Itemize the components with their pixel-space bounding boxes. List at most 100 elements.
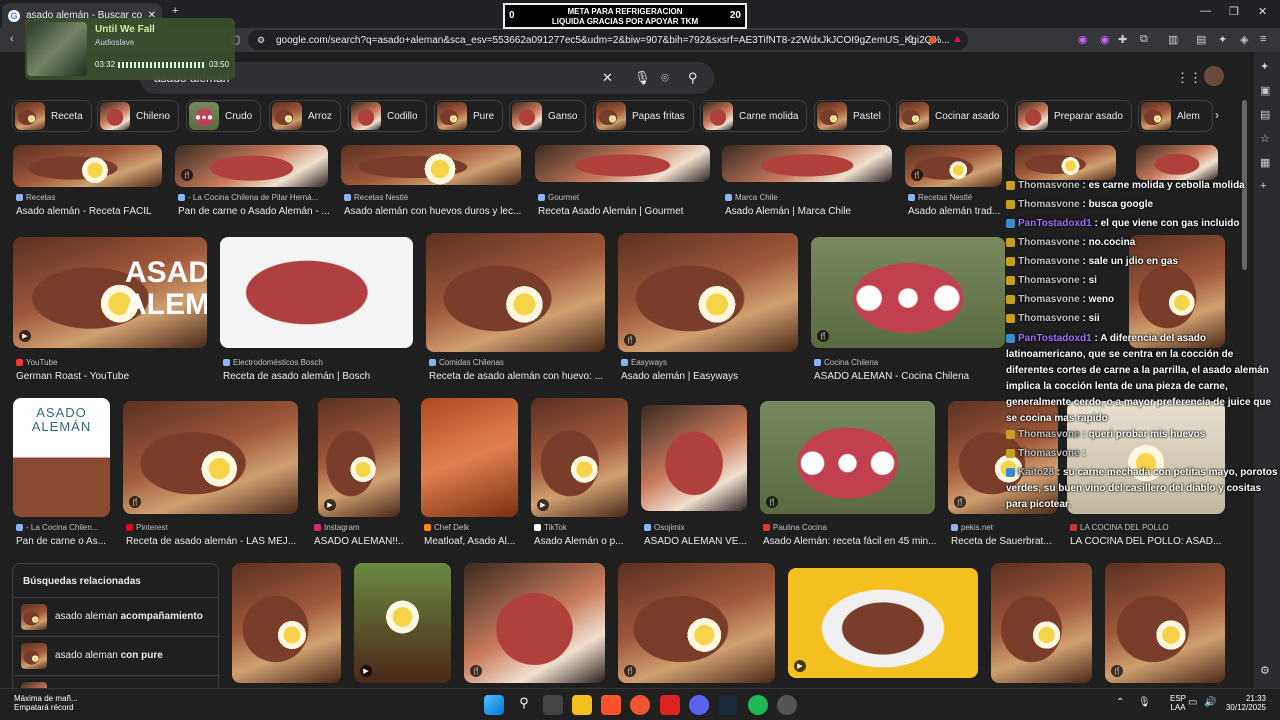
result-image[interactable]: 🍴 <box>618 233 798 352</box>
result-image[interactable]: 🍴 <box>760 401 935 514</box>
extensions-puzzle-icon[interactable]: ✚ <box>1118 33 1127 46</box>
tray-chevron-icon[interactable]: ⌃ <box>1116 697 1124 708</box>
extension-3-icon[interactable]: ⧉ <box>1140 33 1148 46</box>
sidebar-toggle-icon[interactable]: ▥ <box>1168 33 1178 46</box>
result-caption[interactable]: Asado alemán | Easyways <box>621 371 799 382</box>
sidebar-settings-icon[interactable]: ⚙ <box>1260 664 1270 677</box>
result-caption[interactable]: ASADO ALEMÁN!!... <box>314 536 404 547</box>
result-image[interactable] <box>1015 145 1116 180</box>
chip-receta[interactable]: Receta <box>12 100 92 132</box>
result-image[interactable] <box>426 233 605 352</box>
result-caption[interactable]: Pan de carne o Asado Alemán - ... <box>178 206 330 217</box>
weather-widget[interactable]: Máxima de mañ... Empatará récord <box>14 694 78 712</box>
result-image[interactable] <box>232 563 341 683</box>
result-image[interactable]: 🍴 <box>811 237 1005 348</box>
sidebar-tabs-icon[interactable]: ▣ <box>1260 84 1270 97</box>
result-image[interactable]: ASADO ALEMÁN <box>13 398 110 517</box>
voice-search-icon[interactable]: 🎙 <box>634 70 651 86</box>
sidebar-reading-icon[interactable]: ▦ <box>1260 156 1270 169</box>
result-image[interactable]: 🍴 <box>618 563 775 683</box>
maximize-icon[interactable]: ❐ <box>1229 5 1239 18</box>
start-icon[interactable] <box>484 695 504 715</box>
result-caption[interactable]: Meatloaf, Asado Al... <box>424 536 520 547</box>
app-icon[interactable] <box>660 695 680 715</box>
apps-grid-icon[interactable]: ⋮⋮ <box>1176 70 1202 86</box>
chip-pure[interactable]: Pure <box>434 100 504 132</box>
chip-chileno[interactable]: Chileno <box>97 100 179 132</box>
result-caption[interactable]: Asado Alemán: receta fácil en 45 min... <box>763 536 938 547</box>
result-image[interactable] <box>1136 145 1218 180</box>
result-caption[interactable]: Receta de Sauerbrat... <box>951 536 1055 547</box>
result-image[interactable] <box>641 405 747 511</box>
wallet-icon[interactable]: ▤ <box>1196 33 1206 46</box>
result-image[interactable] <box>341 145 521 185</box>
result-caption[interactable]: Pan de carne o As... <box>16 536 112 547</box>
back-icon[interactable]: ‹ <box>10 33 14 45</box>
chip-crudo[interactable]: Crudo <box>186 100 262 132</box>
result-image[interactable]: ▶ <box>318 398 400 517</box>
chip-preparar-asado[interactable]: Preparar asado <box>1015 100 1132 132</box>
extension-2-icon[interactable]: ◉ <box>1100 33 1110 46</box>
clock[interactable]: 21:33 30/12/2025 <box>1226 694 1266 712</box>
result-image[interactable] <box>535 145 710 182</box>
chip-ganso[interactable]: Ganso <box>509 100 587 132</box>
chip-codillo[interactable]: Codillo <box>348 100 427 132</box>
leo-ai-icon[interactable]: ✦ <box>1218 33 1227 46</box>
result-caption[interactable]: LA COCINA DEL POLLO: ASAD... <box>1070 536 1225 547</box>
result-caption[interactable]: Asado alemán - Receta FÁCIL <box>16 206 166 217</box>
new-tab-icon[interactable]: + <box>172 5 178 17</box>
chip-carne-molida[interactable]: Carne molida <box>700 100 808 132</box>
lens-search-icon[interactable]: ⌾ <box>661 70 669 86</box>
result-image[interactable]: 🍴 <box>905 145 1002 187</box>
result-image[interactable]: 🍴 <box>123 401 298 514</box>
result-caption[interactable]: Receta Asado Alemán | Gourmet <box>538 206 713 217</box>
result-image[interactable] <box>991 563 1092 683</box>
network-icon[interactable]: ▭ <box>1188 697 1197 708</box>
brave-shield-icon[interactable]: ◆ <box>928 33 936 46</box>
clear-search-icon[interactable]: ✕ <box>602 70 613 86</box>
result-caption[interactable]: Asado Alemán | Marca Chile <box>725 206 895 217</box>
sidebar-wallet-icon[interactable]: ▤ <box>1260 108 1270 121</box>
sidebar-leo-icon[interactable]: ✦ <box>1260 60 1269 73</box>
microphone-icon[interactable]: 🎙 <box>1138 697 1151 708</box>
result-image[interactable]: ▶ <box>788 568 978 678</box>
result-image[interactable]: 🍴 <box>1105 563 1225 683</box>
result-caption[interactable]: Asado alemán con huevos duros y lec... <box>344 206 524 217</box>
related-item[interactable]: asado aleman acompañamiento <box>13 597 218 635</box>
avatar[interactable] <box>1204 66 1224 86</box>
close-window-icon[interactable]: ✕ <box>1258 5 1267 18</box>
language-indicator[interactable]: ESP LAA <box>1170 694 1186 712</box>
result-image[interactable]: 🍴 <box>464 563 605 683</box>
result-caption[interactable]: Asado Alemán o p... <box>534 536 630 547</box>
chip-cocinar-asado[interactable]: Cocinar asado <box>896 100 1009 132</box>
search-taskbar-icon[interactable]: ⚲ <box>514 695 534 715</box>
result-image[interactable]: ▶ <box>354 563 451 683</box>
chip-aleman[interactable]: Alem <box>1138 100 1213 132</box>
media-player-icon[interactable] <box>630 695 650 715</box>
vpn-icon[interactable]: ◈ <box>1240 33 1248 46</box>
result-image[interactable]: 🍴 <box>175 145 328 187</box>
result-image[interactable] <box>421 398 518 517</box>
result-caption[interactable]: Receta de asado alemán con huevo: ... <box>429 371 605 382</box>
result-image[interactable]: ASADOALEMÁN ▶ <box>13 237 207 348</box>
volume-icon[interactable]: 🔊 <box>1204 697 1216 708</box>
site-info-icon[interactable]: ⚙ <box>257 35 265 46</box>
result-caption[interactable]: Receta de asado alemán | Bosch <box>223 371 413 382</box>
obs-icon[interactable] <box>777 695 797 715</box>
steam-icon[interactable] <box>718 695 738 715</box>
chip-papas-fritas[interactable]: Papas fritas <box>593 100 694 132</box>
result-image[interactable] <box>722 145 892 182</box>
task-view-icon[interactable] <box>543 695 563 715</box>
sidebar-bookmarks-icon[interactable]: ☆ <box>1260 132 1270 145</box>
brave-browser-icon[interactable] <box>601 695 621 715</box>
chip-arroz[interactable]: Arroz <box>269 100 341 132</box>
minimize-icon[interactable]: — <box>1200 5 1211 17</box>
related-item[interactable]: asado aleman con pure <box>13 636 218 674</box>
brave-rewards-icon[interactable]: ▲ <box>952 33 963 45</box>
result-caption[interactable]: German Roast - YouTube <box>16 371 206 382</box>
result-image[interactable] <box>13 145 162 187</box>
chip-pastel[interactable]: Pastel <box>814 100 890 132</box>
share-icon[interactable]: ⇪ <box>906 33 915 46</box>
result-image[interactable] <box>220 237 413 348</box>
search-icon[interactable]: ⚲ <box>688 70 698 86</box>
